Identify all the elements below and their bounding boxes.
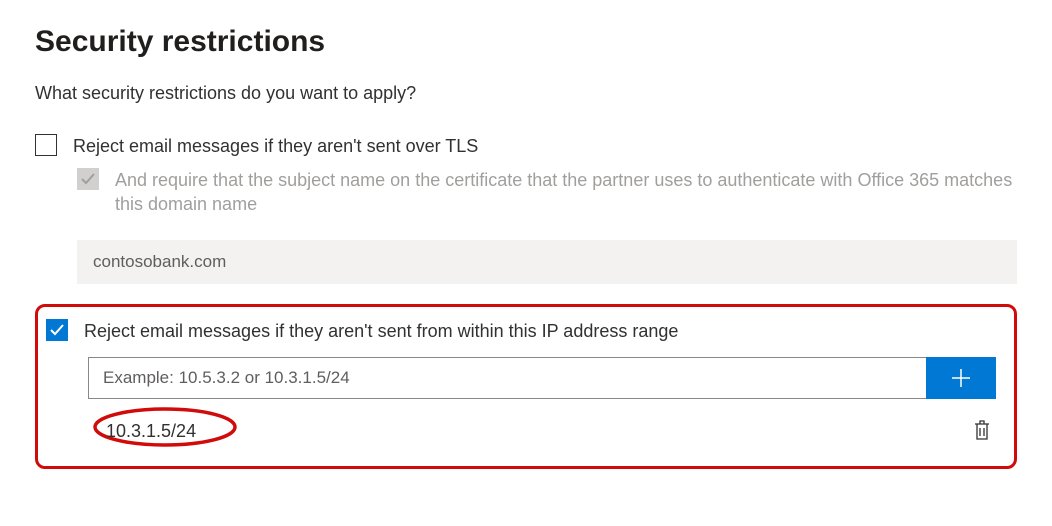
ip-option-row: Reject email messages if they aren't sen… — [46, 319, 996, 343]
page-subtitle: What security restrictions do you want t… — [35, 83, 1017, 104]
domain-input — [77, 240, 1017, 284]
check-icon — [79, 170, 97, 188]
ip-address-input[interactable] — [88, 357, 926, 399]
tls-checkbox[interactable] — [35, 134, 57, 156]
tls-label: Reject email messages if they aren't sen… — [73, 134, 478, 158]
delete-ip-button[interactable] — [968, 415, 996, 448]
check-icon — [48, 321, 66, 339]
ip-checkbox[interactable] — [46, 319, 68, 341]
subject-sub-section: And require that the subject name on the… — [77, 168, 1017, 284]
subject-checkbox — [77, 168, 99, 190]
add-ip-button[interactable] — [926, 357, 996, 399]
plus-icon — [949, 366, 973, 390]
trash-icon — [972, 419, 992, 441]
ip-label: Reject email messages if they aren't sen… — [84, 319, 678, 343]
ip-entry-row: 10.3.1.5/24 — [88, 415, 996, 448]
ip-section-annotation: Reject email messages if they aren't sen… — [35, 304, 1017, 469]
ip-input-row — [88, 357, 996, 399]
page-title: Security restrictions — [35, 25, 1017, 59]
subject-option-row: And require that the subject name on the… — [77, 168, 1017, 216]
ip-entry-value: 10.3.1.5/24 — [88, 421, 196, 442]
tls-option-row: Reject email messages if they aren't sen… — [35, 134, 1017, 158]
subject-label: And require that the subject name on the… — [115, 168, 1017, 216]
